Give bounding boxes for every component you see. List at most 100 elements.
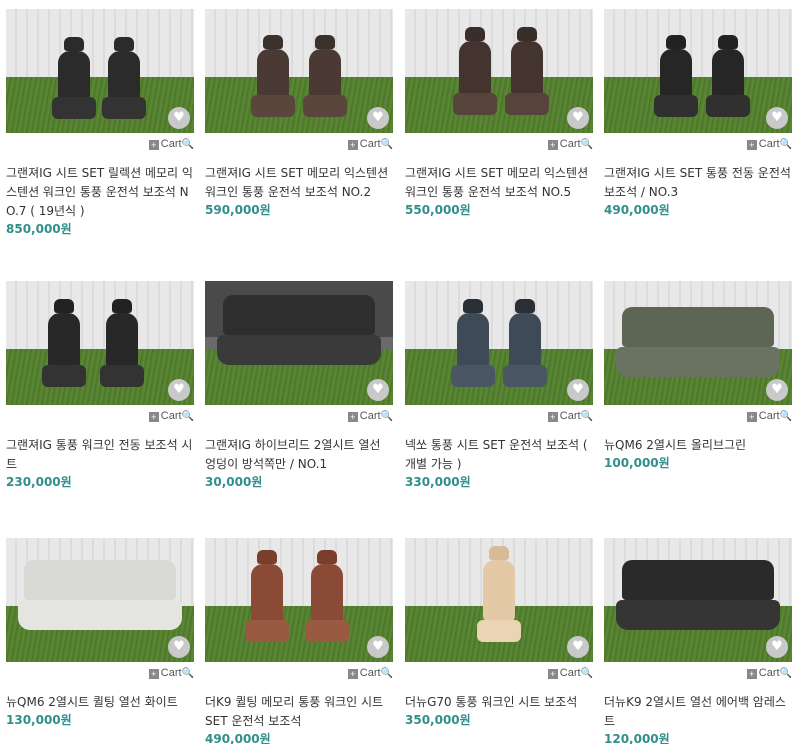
product-card[interactable]: ♥ + Cart🔍 더K9 퀼팅 메모리 통풍 워크인 시트 SET 운전석 보조…: [205, 538, 393, 744]
product-image[interactable]: ♥: [604, 9, 792, 133]
product-price: 30,000원: [205, 475, 263, 489]
wishlist-heart-icon[interactable]: ♥: [567, 379, 589, 401]
search-icon: 🔍: [380, 668, 393, 679]
product-title[interactable]: 그랜져IG 시트 SET 릴렉션 메모리 익스텐션 워크인 통풍 운전석 보조석…: [6, 164, 194, 221]
product-card[interactable]: ♥ + Cart🔍 그랜져IG 시트 SET 통풍 전동 운전석 보조석 / NO…: [604, 9, 792, 218]
product-image[interactable]: ♥: [405, 538, 593, 662]
product-image[interactable]: ♥: [205, 538, 393, 662]
product-grid: ♥ + Cart🔍 그랜져IG 시트 SET 릴렉션 메모리 익스텐션 워크인 통…: [0, 0, 800, 744]
product-title[interactable]: 더뉴G70 통풍 워크인 시트 보조석: [405, 693, 593, 712]
cart-label: Cart: [359, 138, 381, 150]
product-title[interactable]: 뉴QM6 2열시트 올리브그린: [604, 436, 792, 455]
wishlist-heart-icon[interactable]: ♥: [766, 636, 788, 658]
search-icon: 🔍: [380, 139, 393, 150]
add-to-cart-button[interactable]: + Cart🔍: [347, 667, 393, 679]
product-card[interactable]: ♥ + Cart🔍 그랜져IG 통풍 워크인 전동 보조석 시트 230,000원: [6, 281, 194, 490]
product-title[interactable]: 더K9 퀼팅 메모리 통풍 워크인 시트 SET 운전석 보조석: [205, 693, 393, 731]
product-title[interactable]: 그랜져IG 시트 SET 메모리 익스텐션 워크인 통풍 운전석 보조석 NO.…: [405, 164, 593, 202]
search-icon: 🔍: [580, 668, 593, 679]
product-card[interactable]: ♥ + Cart🔍 넥쏘 통풍 시트 SET 운전석 보조석 ( 개별 가능 ) …: [405, 281, 593, 490]
cart-label: Cart: [359, 667, 381, 679]
product-card[interactable]: ♥ + Cart🔍 뉴QM6 2열시트 퀼팅 열선 화이트 130,000원: [6, 538, 194, 728]
add-to-cart-button[interactable]: + Cart🔍: [148, 138, 194, 150]
product-title[interactable]: 그랜져IG 시트 SET 메모리 익스텐션 워크인 통풍 운전석 보조석 NO.…: [205, 164, 393, 202]
add-to-cart-button[interactable]: + Cart🔍: [148, 410, 194, 422]
wishlist-heart-icon[interactable]: ♥: [168, 636, 190, 658]
cart-label: Cart: [160, 667, 182, 679]
product-image[interactable]: ♥: [6, 538, 194, 662]
plus-icon: +: [746, 412, 757, 422]
add-to-cart-button[interactable]: + Cart🔍: [746, 138, 792, 150]
product-image[interactable]: ♥: [604, 538, 792, 662]
search-icon: 🔍: [181, 668, 194, 679]
wishlist-heart-icon[interactable]: ♥: [168, 107, 190, 129]
product-card[interactable]: ♥ + Cart🔍 그랜져IG 시트 SET 메모리 익스텐션 워크인 통풍 운전…: [205, 9, 393, 218]
product-title[interactable]: 넥쏘 통풍 시트 SET 운전석 보조석 ( 개별 가능 ): [405, 436, 593, 474]
product-card[interactable]: ♥ + Cart🔍 더뉴G70 통풍 워크인 시트 보조석 350,000원: [405, 538, 593, 728]
cart-label: Cart: [758, 138, 780, 150]
product-price: 350,000원: [405, 713, 471, 727]
product-title[interactable]: 뉴QM6 2열시트 퀼팅 열선 화이트: [6, 693, 194, 712]
wishlist-heart-icon[interactable]: ♥: [367, 107, 389, 129]
plus-icon: +: [746, 140, 757, 150]
add-to-cart-button[interactable]: + Cart🔍: [746, 410, 792, 422]
product-title[interactable]: 더뉴K9 2열시트 열선 에어백 암레스트: [604, 693, 792, 731]
add-to-cart-button[interactable]: + Cart🔍: [347, 138, 393, 150]
product-image[interactable]: ♥: [604, 281, 792, 405]
product-card[interactable]: ♥ + Cart🔍 그랜져IG 하이브리드 2열시트 열선 엉덩이 방석쪽만 / …: [205, 281, 393, 490]
wishlist-heart-icon[interactable]: ♥: [367, 379, 389, 401]
search-icon: 🔍: [380, 411, 393, 422]
plus-icon: +: [148, 669, 159, 679]
plus-icon: +: [148, 412, 159, 422]
product-price: 550,000원: [405, 203, 471, 217]
product-price: 130,000원: [6, 713, 72, 727]
wishlist-heart-icon[interactable]: ♥: [567, 107, 589, 129]
plus-icon: +: [347, 140, 358, 150]
plus-icon: +: [547, 140, 558, 150]
plus-icon: +: [746, 669, 757, 679]
product-card[interactable]: ♥ + Cart🔍 더뉴K9 2열시트 열선 에어백 암레스트 120,000원: [604, 538, 792, 744]
product-title[interactable]: 그랜져IG 하이브리드 2열시트 열선 엉덩이 방석쪽만 / NO.1: [205, 436, 393, 474]
product-title[interactable]: 그랜져IG 통풍 워크인 전동 보조석 시트: [6, 436, 194, 474]
search-icon: 🔍: [181, 139, 194, 150]
wishlist-heart-icon[interactable]: ♥: [766, 379, 788, 401]
product-card[interactable]: ♥ + Cart🔍 그랜져IG 시트 SET 메모리 익스텐션 워크인 통풍 운전…: [405, 9, 593, 218]
product-image[interactable]: ♥: [405, 9, 593, 133]
plus-icon: +: [347, 669, 358, 679]
add-to-cart-button[interactable]: + Cart🔍: [547, 138, 593, 150]
product-price: 100,000원: [604, 456, 670, 470]
product-image[interactable]: ♥: [205, 281, 393, 405]
cart-label: Cart: [758, 410, 780, 422]
cart-label: Cart: [559, 138, 581, 150]
plus-icon: +: [148, 140, 159, 150]
cart-label: Cart: [160, 410, 182, 422]
product-title[interactable]: 그랜져IG 시트 SET 통풍 전동 운전석 보조석 / NO.3: [604, 164, 792, 202]
product-image[interactable]: ♥: [405, 281, 593, 405]
plus-icon: +: [547, 669, 558, 679]
cart-label: Cart: [160, 138, 182, 150]
product-card[interactable]: ♥ + Cart🔍 뉴QM6 2열시트 올리브그린 100,000원: [604, 281, 792, 471]
cart-label: Cart: [559, 410, 581, 422]
search-icon: 🔍: [580, 139, 593, 150]
search-icon: 🔍: [181, 411, 194, 422]
product-card[interactable]: ♥ + Cart🔍 그랜져IG 시트 SET 릴렉션 메모리 익스텐션 워크인 통…: [6, 9, 194, 237]
add-to-cart-button[interactable]: + Cart🔍: [547, 667, 593, 679]
cart-label: Cart: [359, 410, 381, 422]
product-price: 230,000원: [6, 475, 72, 489]
product-price: 590,000원: [205, 203, 271, 217]
product-price: 490,000원: [205, 732, 271, 744]
add-to-cart-button[interactable]: + Cart🔍: [746, 667, 792, 679]
add-to-cart-button[interactable]: + Cart🔍: [148, 667, 194, 679]
product-image[interactable]: ♥: [6, 9, 194, 133]
product-image[interactable]: ♥: [205, 9, 393, 133]
add-to-cart-button[interactable]: + Cart🔍: [547, 410, 593, 422]
wishlist-heart-icon[interactable]: ♥: [766, 107, 788, 129]
wishlist-heart-icon[interactable]: ♥: [567, 636, 589, 658]
wishlist-heart-icon[interactable]: ♥: [367, 636, 389, 658]
product-image[interactable]: ♥: [6, 281, 194, 405]
product-price: 120,000원: [604, 732, 670, 744]
plus-icon: +: [547, 412, 558, 422]
wishlist-heart-icon[interactable]: ♥: [168, 379, 190, 401]
add-to-cart-button[interactable]: + Cart🔍: [347, 410, 393, 422]
search-icon: 🔍: [779, 411, 792, 422]
